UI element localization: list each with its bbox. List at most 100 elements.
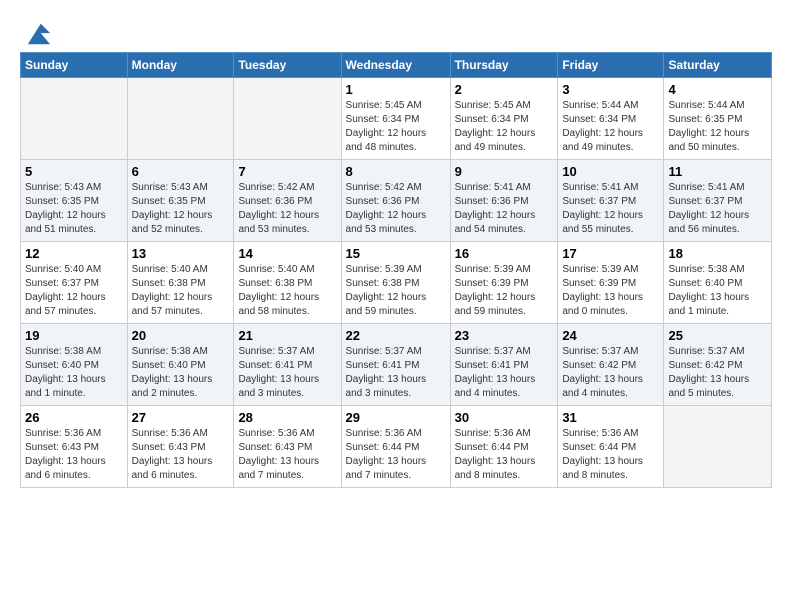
day-number: 31 bbox=[562, 410, 659, 425]
day-info: Sunrise: 5:40 AM Sunset: 6:37 PM Dayligh… bbox=[25, 263, 123, 319]
calendar-cell bbox=[127, 78, 234, 160]
day-number: 14 bbox=[238, 246, 336, 261]
logo-icon bbox=[24, 20, 52, 48]
calendar-cell: 23 Sunrise: 5:37 AM Sunset: 6:41 PM Dayli… bbox=[450, 324, 558, 406]
calendar-week-row: 12 Sunrise: 5:40 AM Sunset: 6:37 PM Dayli… bbox=[21, 242, 772, 324]
calendar-cell: 27 Sunrise: 5:36 AM Sunset: 6:43 PM Dayli… bbox=[127, 406, 234, 488]
calendar-week-row: 19 Sunrise: 5:38 AM Sunset: 6:40 PM Dayli… bbox=[21, 324, 772, 406]
day-number: 13 bbox=[132, 246, 230, 261]
day-info: Sunrise: 5:40 AM Sunset: 6:38 PM Dayligh… bbox=[132, 263, 230, 319]
day-info: Sunrise: 5:41 AM Sunset: 6:37 PM Dayligh… bbox=[668, 181, 767, 237]
page-header bbox=[20, 20, 772, 48]
day-info: Sunrise: 5:42 AM Sunset: 6:36 PM Dayligh… bbox=[346, 181, 446, 237]
header-tuesday: Tuesday bbox=[234, 53, 341, 78]
day-number: 22 bbox=[346, 328, 446, 343]
calendar-cell: 17Sunrise: 5:39 AM Sunset: 6:39 PM Dayli… bbox=[558, 242, 664, 324]
day-number: 27 bbox=[132, 410, 230, 425]
day-info: Sunrise: 5:36 AM Sunset: 6:43 PM Dayligh… bbox=[238, 427, 336, 483]
header-monday: Monday bbox=[127, 53, 234, 78]
day-number: 21 bbox=[238, 328, 336, 343]
day-number: 4 bbox=[668, 82, 767, 97]
calendar-cell: 20 Sunrise: 5:38 AM Sunset: 6:40 PM Dayli… bbox=[127, 324, 234, 406]
day-info: Sunrise: 5:39 AM Sunset: 6:39 PM Dayligh… bbox=[562, 263, 659, 319]
day-info: Sunrise: 5:36 AM Sunset: 6:44 PM Dayligh… bbox=[562, 427, 659, 483]
day-number: 2 bbox=[455, 82, 554, 97]
day-info: Sunrise: 5:39 AM Sunset: 6:39 PM Dayligh… bbox=[455, 263, 554, 319]
day-info: Sunrise: 5:38 AM Sunset: 6:40 PM Dayligh… bbox=[668, 263, 767, 319]
calendar-cell: 18 Sunrise: 5:38 AM Sunset: 6:40 PM Dayli… bbox=[664, 242, 772, 324]
day-info: Sunrise: 5:37 AM Sunset: 6:42 PM Dayligh… bbox=[562, 345, 659, 401]
calendar-cell: 1 Sunrise: 5:45 AM Sunset: 6:34 PM Daylig… bbox=[341, 78, 450, 160]
day-number: 6 bbox=[132, 164, 230, 179]
day-info: Sunrise: 5:45 AM Sunset: 6:34 PM Dayligh… bbox=[455, 99, 554, 155]
day-number: 29 bbox=[346, 410, 446, 425]
calendar-cell: 19 Sunrise: 5:38 AM Sunset: 6:40 PM Dayli… bbox=[21, 324, 128, 406]
day-number: 11 bbox=[668, 164, 767, 179]
calendar-cell: 14 Sunrise: 5:40 AM Sunset: 6:38 PM Dayli… bbox=[234, 242, 341, 324]
calendar-cell: 21 Sunrise: 5:37 AM Sunset: 6:41 PM Dayli… bbox=[234, 324, 341, 406]
day-number: 7 bbox=[238, 164, 336, 179]
day-info: Sunrise: 5:40 AM Sunset: 6:38 PM Dayligh… bbox=[238, 263, 336, 319]
calendar-cell: 5 Sunrise: 5:43 AM Sunset: 6:35 PM Daylig… bbox=[21, 160, 128, 242]
calendar-cell: 9Sunrise: 5:41 AM Sunset: 6:36 PM Daylig… bbox=[450, 160, 558, 242]
day-number: 18 bbox=[668, 246, 767, 261]
header-wednesday: Wednesday bbox=[341, 53, 450, 78]
day-number: 23 bbox=[455, 328, 554, 343]
header-thursday: Thursday bbox=[450, 53, 558, 78]
calendar-week-row: 26Sunrise: 5:36 AM Sunset: 6:43 PM Dayli… bbox=[21, 406, 772, 488]
day-number: 3 bbox=[562, 82, 659, 97]
day-info: Sunrise: 5:37 AM Sunset: 6:41 PM Dayligh… bbox=[455, 345, 554, 401]
day-info: Sunrise: 5:39 AM Sunset: 6:38 PM Dayligh… bbox=[346, 263, 446, 319]
day-info: Sunrise: 5:36 AM Sunset: 6:43 PM Dayligh… bbox=[25, 427, 123, 483]
day-number: 30 bbox=[455, 410, 554, 425]
calendar-cell: 30 Sunrise: 5:36 AM Sunset: 6:44 PM Dayli… bbox=[450, 406, 558, 488]
calendar-cell: 10Sunrise: 5:41 AM Sunset: 6:37 PM Dayli… bbox=[558, 160, 664, 242]
day-number: 8 bbox=[346, 164, 446, 179]
calendar-cell: 25Sunrise: 5:37 AM Sunset: 6:42 PM Dayli… bbox=[664, 324, 772, 406]
day-info: Sunrise: 5:42 AM Sunset: 6:36 PM Dayligh… bbox=[238, 181, 336, 237]
calendar-cell: 6 Sunrise: 5:43 AM Sunset: 6:35 PM Daylig… bbox=[127, 160, 234, 242]
day-info: Sunrise: 5:36 AM Sunset: 6:44 PM Dayligh… bbox=[346, 427, 446, 483]
day-info: Sunrise: 5:36 AM Sunset: 6:44 PM Dayligh… bbox=[455, 427, 554, 483]
day-number: 20 bbox=[132, 328, 230, 343]
day-number: 24 bbox=[562, 328, 659, 343]
calendar-cell: 4 Sunrise: 5:44 AM Sunset: 6:35 PM Daylig… bbox=[664, 78, 772, 160]
day-info: Sunrise: 5:45 AM Sunset: 6:34 PM Dayligh… bbox=[346, 99, 446, 155]
day-info: Sunrise: 5:38 AM Sunset: 6:40 PM Dayligh… bbox=[132, 345, 230, 401]
header-saturday: Saturday bbox=[664, 53, 772, 78]
day-info: Sunrise: 5:41 AM Sunset: 6:36 PM Dayligh… bbox=[455, 181, 554, 237]
calendar-cell: 7 Sunrise: 5:42 AM Sunset: 6:36 PM Daylig… bbox=[234, 160, 341, 242]
header-friday: Friday bbox=[558, 53, 664, 78]
day-number: 25 bbox=[668, 328, 767, 343]
calendar-cell bbox=[664, 406, 772, 488]
day-info: Sunrise: 5:37 AM Sunset: 6:41 PM Dayligh… bbox=[238, 345, 336, 401]
calendar-cell bbox=[21, 78, 128, 160]
calendar-cell: 13 Sunrise: 5:40 AM Sunset: 6:38 PM Dayli… bbox=[127, 242, 234, 324]
logo bbox=[20, 20, 52, 48]
day-number: 12 bbox=[25, 246, 123, 261]
calendar-cell: 2 Sunrise: 5:45 AM Sunset: 6:34 PM Daylig… bbox=[450, 78, 558, 160]
day-info: Sunrise: 5:38 AM Sunset: 6:40 PM Dayligh… bbox=[25, 345, 123, 401]
day-number: 10 bbox=[562, 164, 659, 179]
day-info: Sunrise: 5:44 AM Sunset: 6:34 PM Dayligh… bbox=[562, 99, 659, 155]
calendar-cell: 11 Sunrise: 5:41 AM Sunset: 6:37 PM Dayli… bbox=[664, 160, 772, 242]
day-number: 1 bbox=[346, 82, 446, 97]
calendar-cell: 12 Sunrise: 5:40 AM Sunset: 6:37 PM Dayli… bbox=[21, 242, 128, 324]
header-sunday: Sunday bbox=[21, 53, 128, 78]
calendar-cell: 28Sunrise: 5:36 AM Sunset: 6:43 PM Dayli… bbox=[234, 406, 341, 488]
day-number: 15 bbox=[346, 246, 446, 261]
calendar-cell: 31 Sunrise: 5:36 AM Sunset: 6:44 PM Dayli… bbox=[558, 406, 664, 488]
calendar-cell: 26Sunrise: 5:36 AM Sunset: 6:43 PM Dayli… bbox=[21, 406, 128, 488]
day-number: 5 bbox=[25, 164, 123, 179]
day-info: Sunrise: 5:44 AM Sunset: 6:35 PM Dayligh… bbox=[668, 99, 767, 155]
calendar-cell: 29 Sunrise: 5:36 AM Sunset: 6:44 PM Dayli… bbox=[341, 406, 450, 488]
day-number: 19 bbox=[25, 328, 123, 343]
calendar-week-row: 5 Sunrise: 5:43 AM Sunset: 6:35 PM Daylig… bbox=[21, 160, 772, 242]
day-info: Sunrise: 5:37 AM Sunset: 6:41 PM Dayligh… bbox=[346, 345, 446, 401]
day-info: Sunrise: 5:36 AM Sunset: 6:43 PM Dayligh… bbox=[132, 427, 230, 483]
day-info: Sunrise: 5:43 AM Sunset: 6:35 PM Dayligh… bbox=[25, 181, 123, 237]
day-info: Sunrise: 5:43 AM Sunset: 6:35 PM Dayligh… bbox=[132, 181, 230, 237]
calendar-cell: 22 Sunrise: 5:37 AM Sunset: 6:41 PM Dayli… bbox=[341, 324, 450, 406]
calendar-header-row: SundayMondayTuesdayWednesdayThursdayFrid… bbox=[21, 53, 772, 78]
calendar-cell: 3 Sunrise: 5:44 AM Sunset: 6:34 PM Daylig… bbox=[558, 78, 664, 160]
